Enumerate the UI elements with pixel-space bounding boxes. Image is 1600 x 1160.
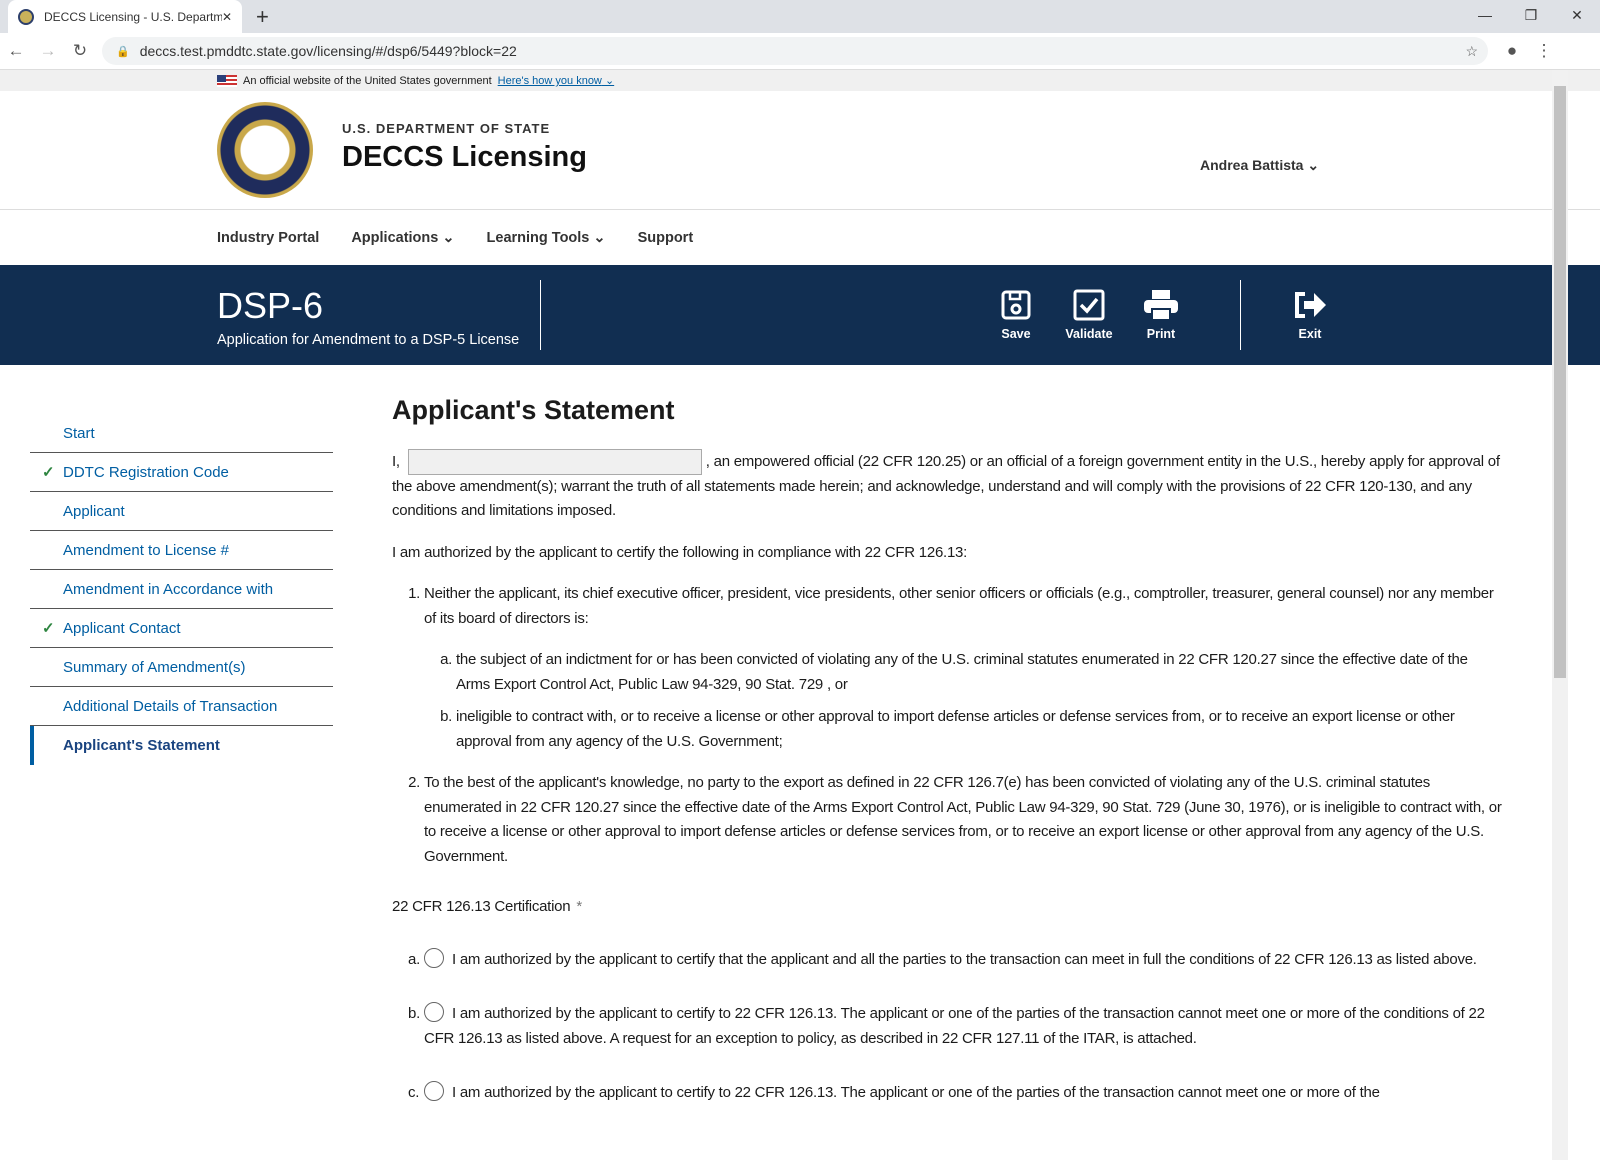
- browser-tab-bar: DECCS Licensing - U.S. Departme ✕ + — ❐ ✕: [0, 0, 1600, 33]
- sidebar-item-label: Amendment in Accordance with: [63, 580, 274, 598]
- sidebar-item[interactable]: ✓ DDTC Registration Code: [30, 453, 333, 492]
- divider: [1240, 280, 1241, 350]
- certification-option[interactable]: c. I am authorized by the applicant to ce…: [392, 1081, 1502, 1106]
- save-button[interactable]: Save: [981, 289, 1051, 341]
- condition-1b: ineligible to contract with, or to recei…: [456, 705, 1502, 754]
- condition-1: Neither the applicant, its chief executi…: [424, 582, 1502, 754]
- minimize-icon[interactable]: —: [1462, 0, 1508, 30]
- radio-button[interactable]: [424, 1002, 444, 1022]
- form-subtitle: Application for Amendment to a DSP-5 Lic…: [217, 332, 520, 348]
- validate-button[interactable]: Validate: [1054, 289, 1124, 341]
- chevron-down-icon: ⌄: [1307, 157, 1320, 173]
- close-window-icon[interactable]: ✕: [1554, 0, 1600, 30]
- sidebar-item-label: Summary of Amendment(s): [63, 658, 246, 676]
- condition-1a: the subject of an indictment for or has …: [456, 648, 1502, 697]
- option-letter: b.: [408, 1005, 421, 1022]
- user-menu[interactable]: Andrea Battista ⌄: [1200, 157, 1319, 174]
- form-header-band: DSP-6 Application for Amendment to a DSP…: [0, 265, 1600, 365]
- condition-2: To the best of the applicant's knowledge…: [424, 771, 1502, 869]
- sidebar-item-label: DDTC Registration Code: [63, 463, 229, 481]
- sidebar-item-label: Additional Details of Transaction: [63, 697, 278, 715]
- sidebar-item[interactable]: Summary of Amendment(s): [30, 648, 333, 687]
- nav-support[interactable]: Support: [638, 230, 694, 246]
- sidebar-item[interactable]: Additional Details of Transaction: [30, 687, 333, 726]
- radio-button[interactable]: [424, 947, 444, 968]
- certification-options: a. I am authorized by the applicant to ce…: [392, 947, 1502, 1106]
- sidebar-item-label: Amendment to License #: [63, 541, 229, 559]
- department-seal-logo: [217, 102, 313, 198]
- menu-icon[interactable]: ⋮: [1528, 41, 1560, 61]
- bookmark-star-icon[interactable]: ☆: [1465, 43, 1478, 60]
- check-icon: ✓: [42, 464, 55, 481]
- scrollbar[interactable]: [1552, 70, 1568, 1160]
- conditions-list: Neither the applicant, its chief executi…: [392, 582, 1502, 869]
- sidebar-item[interactable]: Applicant's Statement: [30, 726, 333, 765]
- exit-button[interactable]: Exit: [1275, 289, 1345, 341]
- sidebar-item-label: Applicant's Statement: [63, 737, 220, 754]
- certification-label: 22 CFR 126.13 Certification *: [392, 898, 582, 915]
- new-tab-icon[interactable]: +: [256, 4, 269, 30]
- option-letter: a.: [408, 950, 421, 968]
- sidebar-item-label: Applicant: [63, 502, 125, 520]
- address-bar-row: ← → ↻ 🔒 deccs.test.pmddtc.state.gov/lice…: [0, 33, 1600, 70]
- scrollbar-thumb[interactable]: [1554, 86, 1566, 678]
- divider: [540, 280, 541, 350]
- sidebar-item[interactable]: ✓ Applicant Contact: [30, 609, 333, 648]
- url-text: deccs.test.pmddtc.state.gov/licensing/#/…: [139, 43, 517, 59]
- main-nav: Industry Portal Applications ⌄ Learning …: [0, 210, 1600, 265]
- printer-icon: [1144, 290, 1178, 321]
- sidebar-item-label: Start: [63, 424, 95, 442]
- form-title: DSP-6: [217, 285, 324, 326]
- forward-icon[interactable]: →: [32, 41, 64, 61]
- lock-icon: 🔒: [116, 45, 130, 58]
- close-tab-icon[interactable]: ✕: [222, 10, 232, 24]
- banner-text: An official website of the United States…: [243, 74, 492, 87]
- site-title[interactable]: DECCS Licensing: [342, 141, 587, 174]
- browser-tab[interactable]: DECCS Licensing - U.S. Departme ✕: [8, 0, 242, 33]
- radio-button[interactable]: [424, 1081, 444, 1101]
- intro-paragraph: I, , an empowered official (22 CFR 120.2…: [392, 448, 1502, 524]
- tab-title: DECCS Licensing - U.S. Departme: [44, 9, 222, 24]
- print-button[interactable]: Print: [1126, 289, 1196, 341]
- nav-applications[interactable]: Applications ⌄: [351, 230, 454, 246]
- option-text: I am authorized by the applicant to cert…: [452, 950, 1477, 968]
- url-input[interactable]: 🔒 deccs.test.pmddtc.state.gov/licensing/…: [102, 37, 1488, 65]
- checkbox-check-icon: [1073, 289, 1105, 321]
- official-name-input[interactable]: [407, 448, 702, 475]
- restore-icon[interactable]: ❐: [1508, 0, 1554, 30]
- site-header: U.S. DEPARTMENT OF STATE DECCS Licensing…: [0, 91, 1600, 210]
- sidebar-item[interactable]: Amendment in Accordance with: [30, 570, 333, 609]
- certification-option[interactable]: a. I am authorized by the applicant to ce…: [392, 947, 1502, 973]
- nav-industry-portal[interactable]: Industry Portal: [217, 230, 319, 246]
- option-letter: c.: [408, 1084, 420, 1101]
- main-content: Applicant's Statement I, , an empowered …: [392, 395, 1502, 1136]
- how-you-know-link[interactable]: Here's how you know ⌄: [498, 74, 615, 87]
- profile-icon[interactable]: ●: [1496, 41, 1528, 61]
- option-text: I am authorized by the applicant to cert…: [424, 1005, 1485, 1047]
- sidebar-item-label: Applicant Contact: [63, 619, 181, 637]
- sign-out-icon: [1295, 292, 1326, 318]
- sidebar-item[interactable]: Applicant: [30, 492, 333, 531]
- page-title: Applicant's Statement: [392, 395, 675, 425]
- check-icon: ✓: [42, 620, 55, 637]
- department-name: U.S. DEPARTMENT OF STATE: [342, 121, 551, 136]
- sidebar-item[interactable]: Amendment to License #: [30, 531, 333, 570]
- certification-option[interactable]: b. I am authorized by the applicant to ce…: [392, 1002, 1502, 1051]
- sidebar-item[interactable]: Start: [30, 414, 333, 453]
- us-flag-icon: [217, 74, 237, 87]
- section-sidebar: Start ✓ DDTC Registration Code Applicant Ame…: [30, 414, 333, 765]
- save-icon: [1001, 290, 1031, 320]
- favicon-icon: [18, 8, 34, 25]
- reload-icon[interactable]: ↻: [64, 41, 96, 61]
- nav-learning-tools[interactable]: Learning Tools ⌄: [487, 230, 606, 246]
- back-icon[interactable]: ←: [0, 41, 32, 61]
- gov-banner: An official website of the United States…: [0, 70, 1600, 91]
- option-text: I am authorized by the applicant to cert…: [452, 1084, 1380, 1101]
- authorized-text: I am authorized by the applicant to cert…: [392, 543, 968, 561]
